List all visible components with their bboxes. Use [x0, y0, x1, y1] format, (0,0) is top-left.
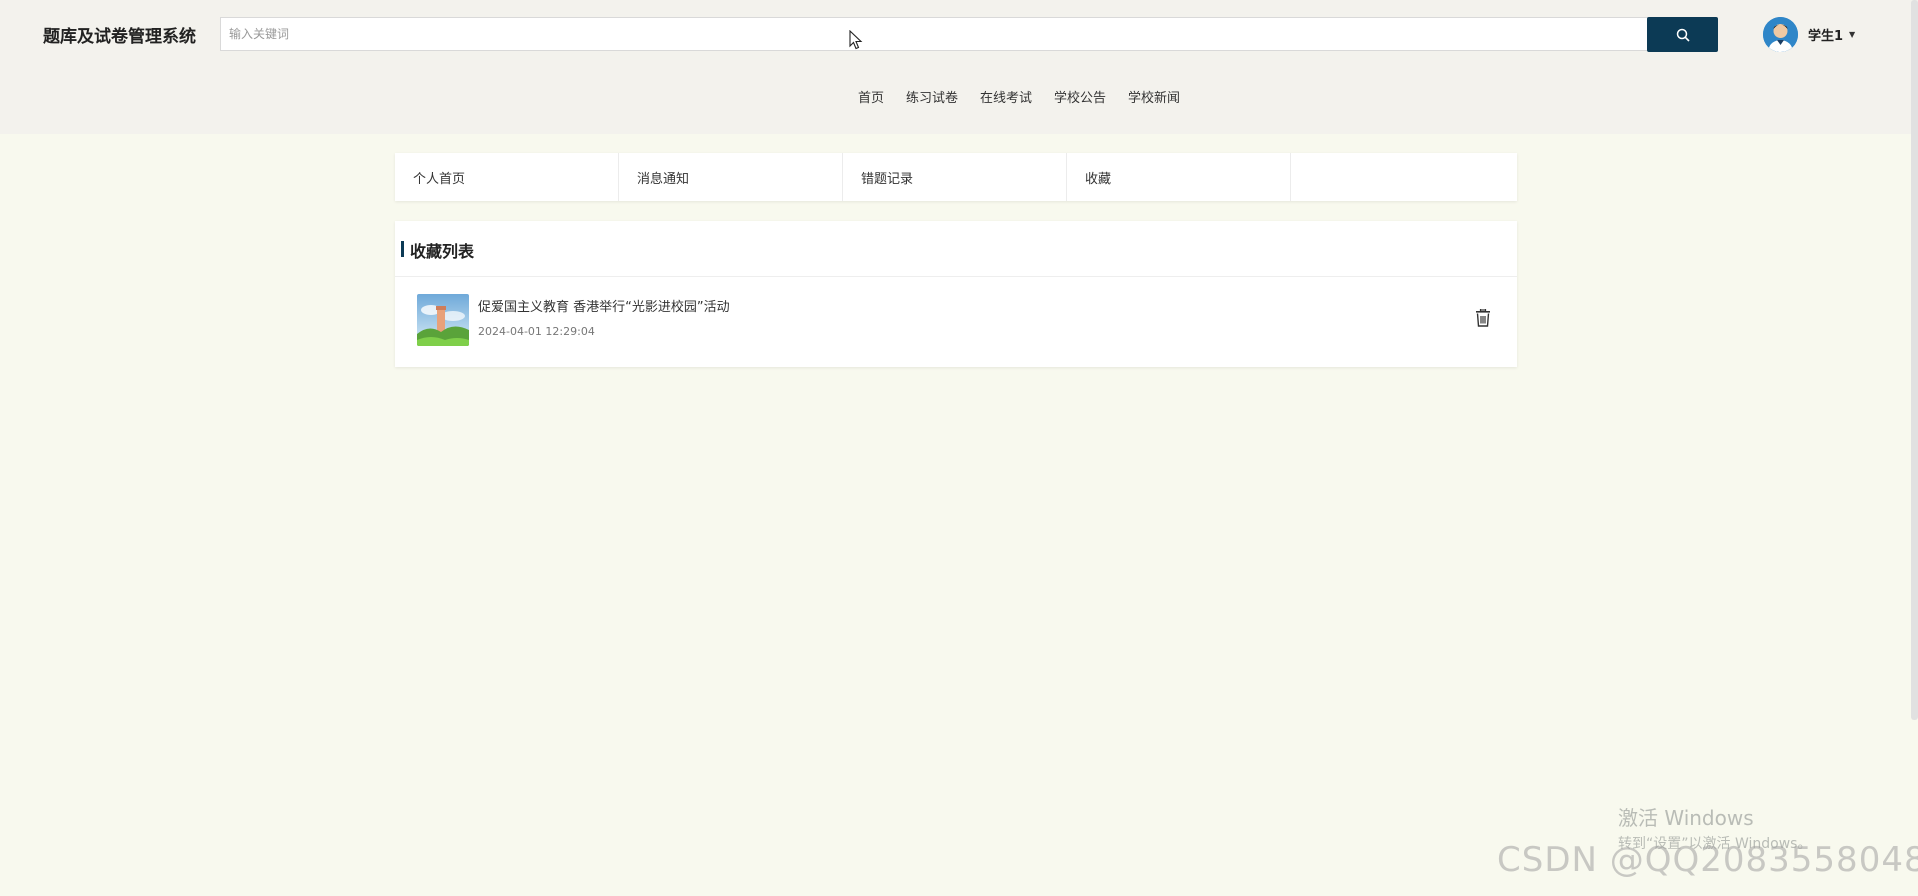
avatar [1763, 16, 1798, 52]
nav-item-school-news[interactable]: 学校新闻 [1128, 87, 1180, 106]
panel-title: 收藏列表 [410, 242, 475, 261]
search-icon [1676, 28, 1690, 42]
scrollbar[interactable] [1911, 0, 1918, 720]
mouse-cursor-icon [849, 29, 863, 54]
user-name: 学生1 [1808, 28, 1844, 44]
favorite-title[interactable]: 促爱国主义教育 香港举行“光影进校园”活动 [478, 296, 730, 315]
chevron-down-icon: ▼ [1849, 29, 1856, 39]
title-accent-bar [401, 241, 404, 257]
tab-wrong-questions[interactable]: 错题记录 [843, 153, 1067, 201]
profile-tabs: 个人首页 消息通知 错题记录 收藏 [395, 153, 1517, 201]
tab-personal-home[interactable]: 个人首页 [395, 153, 619, 201]
tab-favorites[interactable]: 收藏 [1067, 153, 1291, 201]
app-title: 题库及试卷管理系统 [43, 27, 196, 47]
header: 题库及试卷管理系统 学生1 ▼ 首页 练习试卷 在线考试 学校公告 学校新闻 [0, 0, 1918, 134]
news-thumbnail[interactable] [417, 294, 469, 346]
delete-button[interactable] [1475, 308, 1493, 329]
tab-messages[interactable]: 消息通知 [619, 153, 843, 201]
list-item[interactable]: 促爱国主义教育 香港举行“光影进校园”活动 2024-04-01 12:29:0… [417, 294, 1497, 348]
tab-empty [1291, 153, 1517, 201]
nav-item-online-exam[interactable]: 在线考试 [980, 87, 1032, 106]
nav-item-home[interactable]: 首页 [858, 87, 884, 106]
user-menu[interactable]: 学生1 ▼ [1763, 16, 1855, 52]
nav-item-school-notice[interactable]: 学校公告 [1054, 87, 1106, 106]
nav-item-practice-papers[interactable]: 练习试卷 [906, 87, 958, 106]
search-button[interactable] [1647, 17, 1718, 52]
csdn-watermark: CSDN @QQ2083558048 [1497, 840, 1918, 880]
windows-watermark-line1: 激活 Windows [1618, 806, 1754, 830]
favorites-panel: 收藏列表 促爱国主义教育 香港举行“光影进校园”活动 2024-04-01 12… [395, 221, 1517, 367]
search-bar [220, 17, 1718, 52]
main-nav: 首页 练习试卷 在线考试 学校公告 学校新闻 [0, 87, 1918, 106]
panel-header: 收藏列表 [395, 221, 1517, 277]
favorite-time: 2024-04-01 12:29:04 [478, 325, 595, 338]
search-input[interactable] [220, 17, 1648, 51]
trash-icon [1476, 308, 1490, 327]
